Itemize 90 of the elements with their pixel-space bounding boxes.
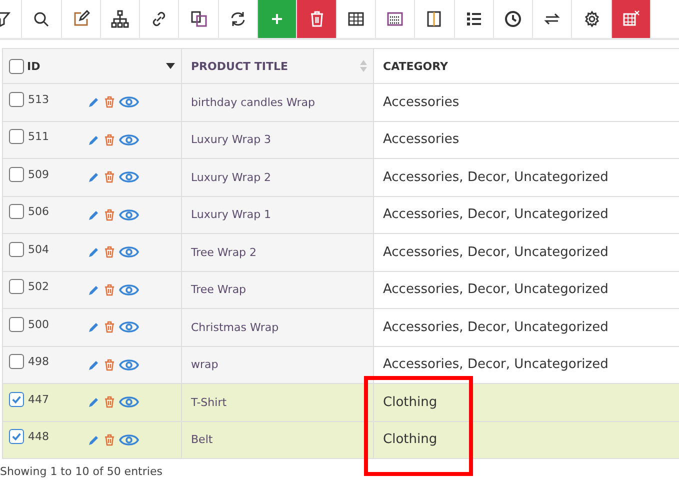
table-cell-text: 511: [28, 130, 50, 144]
eye-icon[interactable]: [119, 432, 139, 447]
eye-icon[interactable]: [119, 395, 139, 410]
table-cell: Accessories: [383, 94, 460, 110]
settings-icon: [582, 10, 601, 28]
checkbox[interactable]: [9, 392, 24, 407]
pencil-icon[interactable]: [88, 208, 100, 221]
checkbox[interactable]: [9, 279, 24, 294]
trash-icon[interactable]: [104, 284, 115, 296]
pencil-icon[interactable]: [88, 96, 100, 108]
checkbox[interactable]: [9, 92, 24, 107]
table-cell: Clothing: [383, 432, 438, 448]
check-icon: [11, 394, 22, 405]
table-cell-text: 447: [28, 392, 50, 406]
eye-icon[interactable]: [119, 132, 139, 147]
eye-icon[interactable]: [119, 95, 139, 110]
table-cell: Christmas Wrap: [191, 320, 279, 334]
eye-icon[interactable]: [119, 320, 139, 334]
table-cell: Luxury Wrap 1: [191, 208, 272, 222]
table-remove-icon: [622, 10, 640, 28]
checkbox[interactable]: [9, 204, 24, 220]
columns-icon: [425, 10, 444, 28]
clock-icon: [504, 10, 522, 28]
table-cell: Accessories, Decor, Uncategorized: [383, 244, 608, 260]
trash-icon[interactable]: [104, 208, 115, 221]
caret-icon[interactable]: [166, 63, 175, 69]
list-icon: [464, 10, 483, 28]
pencil-icon[interactable]: [88, 396, 100, 408]
hierarchy-icon: [111, 10, 130, 28]
table-cell: Clothing: [383, 394, 438, 410]
table-cell: Accessories, Decor, Uncategorized: [383, 320, 608, 335]
copy-icon: [190, 10, 208, 28]
entries-info: Showing 1 to 10 of 50 entries: [0, 465, 164, 478]
table-cell: Luxury Wrap 3: [191, 133, 272, 146]
eye-icon[interactable]: [119, 208, 139, 222]
table-cell: Tree Wrap 2: [191, 246, 257, 259]
pencil-icon[interactable]: [88, 171, 100, 184]
column-header: ID: [27, 60, 40, 72]
checkbox[interactable]: [9, 354, 24, 370]
pencil-icon[interactable]: [88, 321, 100, 334]
column-header[interactable]: PRODUCT TITLE: [191, 60, 288, 72]
eye-icon[interactable]: [119, 245, 139, 260]
search-icon: [32, 10, 50, 28]
trash-icon[interactable]: [104, 171, 115, 184]
checkbox[interactable]: [9, 166, 24, 182]
eye-icon[interactable]: [119, 358, 139, 372]
pencil-icon[interactable]: [88, 358, 100, 371]
table-cell-text: 500: [28, 318, 50, 331]
checkbox[interactable]: [9, 58, 24, 74]
trash-icon[interactable]: [104, 246, 115, 258]
table-cell: Belt: [191, 433, 213, 446]
table-cell: Luxury Wrap 2: [191, 170, 272, 184]
table-cell-text: 504: [28, 242, 50, 256]
edit-icon: [72, 10, 90, 28]
table-cell: T-Shirt: [191, 396, 227, 409]
trash-icon[interactable]: [104, 96, 115, 108]
table-cell: wrap: [191, 358, 218, 372]
checkbox[interactable]: [9, 316, 24, 332]
trash-icon[interactable]: [104, 396, 115, 408]
pencil-icon[interactable]: [88, 284, 100, 296]
table-cell-text: 498: [28, 355, 50, 368]
table-cell: Accessories: [383, 132, 460, 148]
checkbox[interactable]: [9, 242, 24, 257]
table-cell-text: 448: [28, 430, 50, 444]
table-cell: Accessories, Decor, Uncategorized: [383, 282, 608, 298]
pencil-icon[interactable]: [88, 134, 100, 146]
table-cell-text: 502: [28, 280, 50, 294]
trash-icon[interactable]: [104, 358, 115, 371]
refresh-icon: [228, 10, 247, 28]
table-icon: [346, 10, 365, 28]
table-cell-text: 509: [28, 168, 50, 181]
eye-icon[interactable]: [119, 282, 139, 297]
eye-icon[interactable]: [119, 170, 139, 184]
checkbox[interactable]: [9, 429, 24, 444]
pencil-icon[interactable]: [88, 246, 100, 258]
checkbox[interactable]: [9, 129, 24, 144]
pencil-icon[interactable]: [88, 434, 100, 446]
grid-icon: [386, 10, 404, 28]
table-cell-text: 506: [28, 205, 50, 218]
table-cell: Accessories, Decor, Uncategorized: [383, 207, 608, 222]
trash-icon[interactable]: [104, 321, 115, 334]
table-cell: Accessories, Decor, Uncategorized: [383, 357, 608, 372]
table-cell: Accessories, Decor, Uncategorized: [383, 170, 608, 185]
check-icon: [11, 431, 22, 442]
column-header[interactable]: CATEGORY: [383, 60, 448, 72]
trash-icon[interactable]: [104, 134, 115, 146]
trash-icon[interactable]: [104, 434, 115, 446]
table-cell: birthday candles Wrap: [191, 96, 315, 109]
table-cell: Tree Wrap: [191, 283, 246, 296]
table-cell-text: 513: [28, 92, 50, 106]
